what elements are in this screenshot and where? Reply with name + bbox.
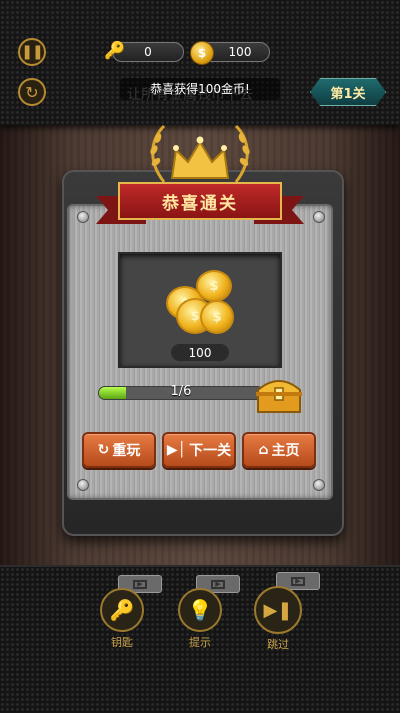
skip-tool-button[interactable]: ▶❚ [254, 586, 302, 634]
play-next-icon: ▶│ [166, 442, 187, 458]
replay-button[interactable]: ↻ 重玩 [82, 432, 156, 468]
restart-icon: ↻ [25, 82, 39, 102]
reward-amount: 100 [171, 344, 229, 361]
hint-tool-label: 提示 [189, 636, 211, 649]
screw [313, 211, 325, 223]
home-button[interactable]: ⌂ 主页 [242, 432, 316, 468]
video-icon: ▶ [133, 579, 147, 589]
coin-icon: $ [190, 41, 214, 65]
crown-icon [150, 124, 250, 183]
progress-text: 1/6 [170, 384, 192, 399]
home-label: 主页 [271, 443, 300, 459]
screw [313, 479, 325, 491]
skip-tool-label: 跳过 [267, 638, 289, 651]
next-level-button[interactable]: ▶│ 下一关 [162, 432, 236, 468]
video-icon: ▶ [291, 576, 305, 586]
level-badge: 第1关 [310, 78, 386, 106]
replay-icon: ↻ [97, 442, 110, 458]
restart-button[interactable]: ↻ [18, 78, 46, 106]
reward-toast: 恭喜获得100金币! [120, 78, 280, 100]
coin-symbol: $ [190, 308, 200, 324]
treasure-chest-icon[interactable] [254, 372, 304, 416]
key-tool-button[interactable]: 🔑 [100, 588, 144, 632]
dialog-title: 恭喜通关 [118, 182, 282, 220]
coin-symbol: $ [212, 309, 222, 325]
screw [77, 211, 89, 223]
key-tool-label: 钥匙 [111, 636, 133, 649]
coin-icon: $ [196, 270, 232, 302]
skip-icon: ▶❚ [263, 599, 293, 621]
key-icon: 🔑 [109, 598, 135, 622]
home-icon: ⌂ [258, 442, 269, 458]
coin-symbol: $ [197, 46, 207, 60]
coin-icon: $ [200, 300, 234, 334]
keys-count: 0 [144, 45, 152, 59]
lightbulb-icon: 💡 [187, 598, 213, 622]
screw [77, 479, 89, 491]
replay-label: 重玩 [112, 443, 141, 459]
coin-symbol: $ [209, 278, 219, 294]
video-icon: ▶ [211, 579, 225, 589]
pause-button[interactable]: ❚❚ [18, 38, 46, 66]
hint-tool-button[interactable]: 💡 [178, 588, 222, 632]
pause-icon: ❚❚ [21, 44, 43, 60]
key-icon: 🔑 [104, 41, 126, 61]
next-label: 下一关 [189, 443, 232, 459]
coins-count: 100 [228, 45, 252, 59]
